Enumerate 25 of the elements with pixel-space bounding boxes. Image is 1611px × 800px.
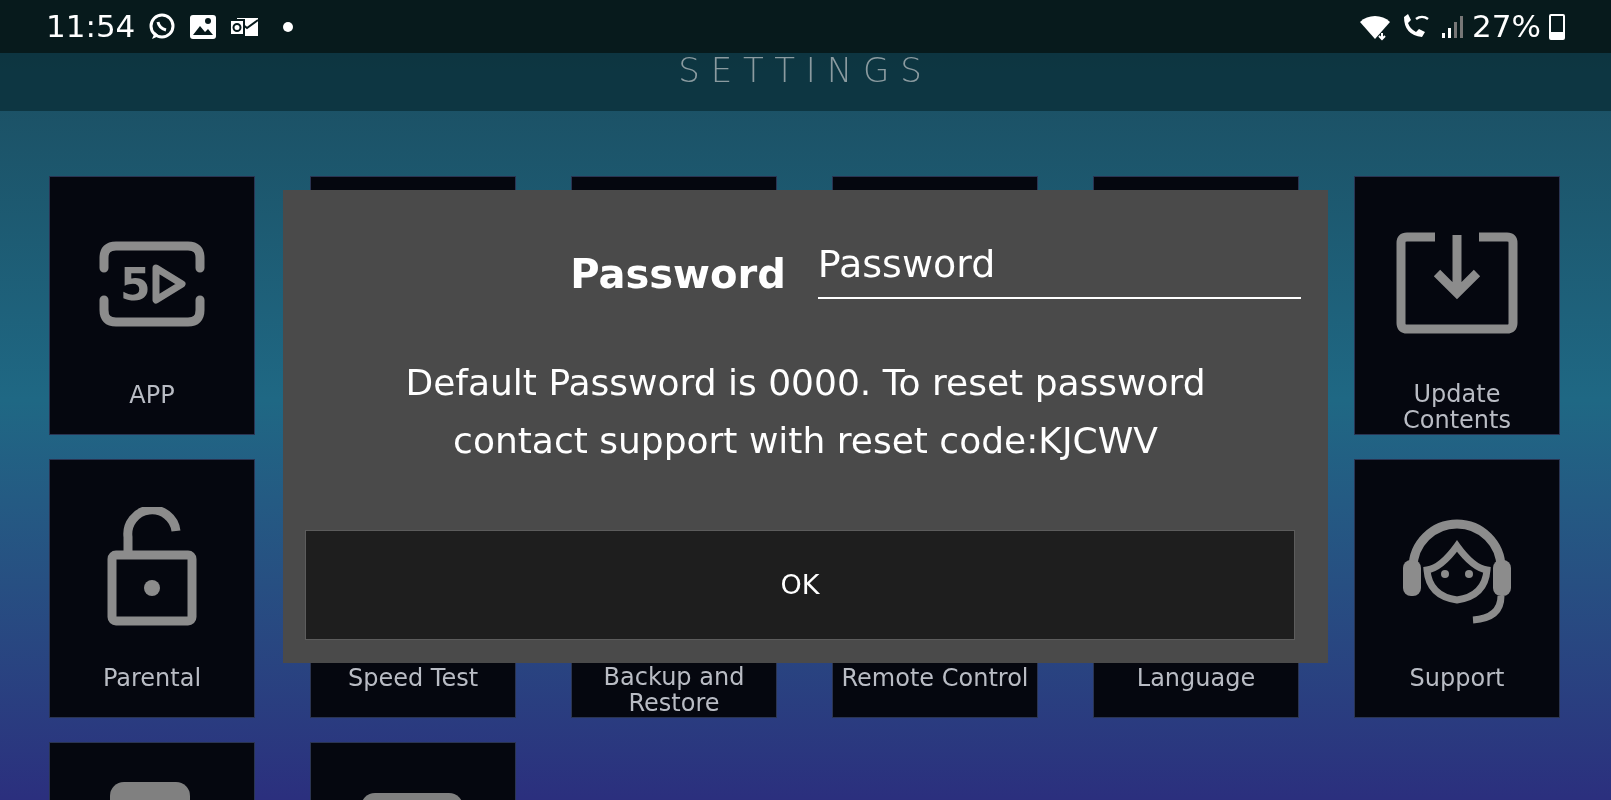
padlock-icon [106,506,198,627]
password-field[interactable]: Password [817,236,1301,299]
tile-label: Support [1409,665,1505,694]
password-message: Default Password is 0000. To reset password contact support with reset code:KJCWV [404,361,1207,463]
page-title: SETTINGS [678,53,933,92]
status-time: 11:54 [46,7,136,47]
tile-label: Language [1136,665,1256,694]
tile-label: APP [129,382,175,411]
tile-label: Speed Test [347,665,479,694]
ok-button[interactable]: OK [305,530,1295,640]
battery-icon [1549,13,1565,40]
image-icon [189,13,218,40]
password-label: Password [570,250,786,299]
settings-tile[interactable]: Parental [49,459,255,718]
tile-label: Remote Control [841,665,1029,694]
settings-tile[interactable]: Support [1354,459,1560,718]
signal-icon [1442,14,1465,39]
battery-percent: 27% [1472,7,1541,47]
settings-tile[interactable]: 5 APP [49,176,255,435]
settings-tile[interactable]: Update Contents [1354,176,1560,435]
download-icon [1395,231,1519,335]
tile-label: Update Contents [1402,381,1512,434]
dot-icon [283,21,294,32]
tile-label: Parental [102,665,202,694]
tile-label: Backup and Restore [602,664,746,717]
